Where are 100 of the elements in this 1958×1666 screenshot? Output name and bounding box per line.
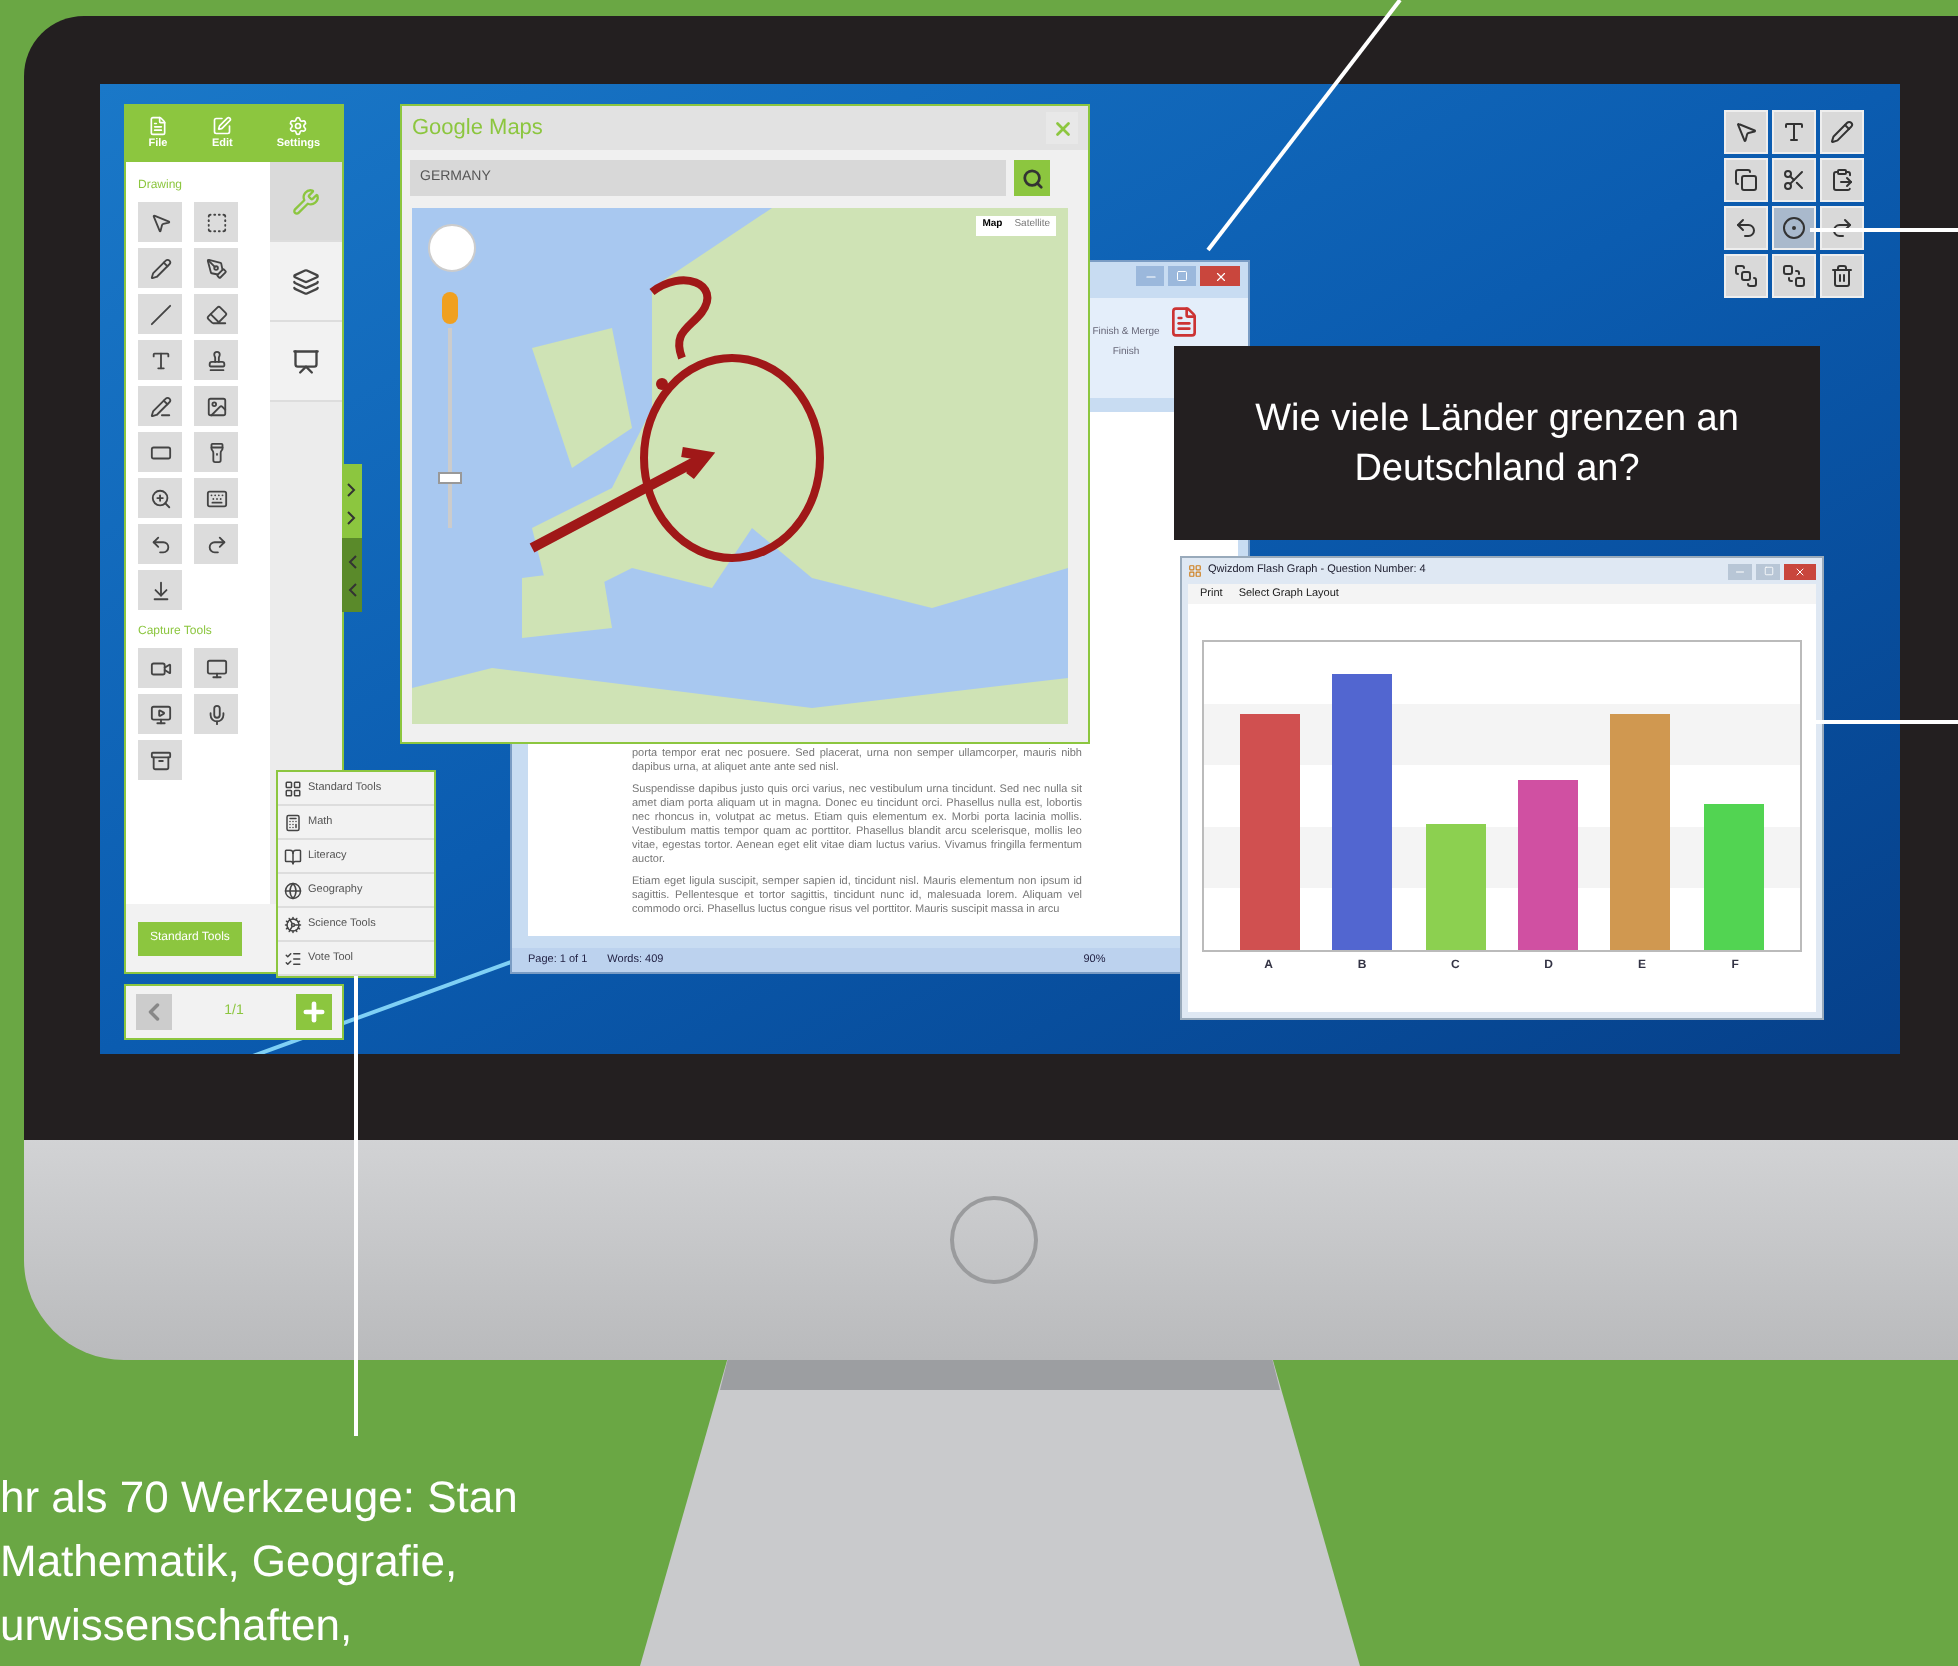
zoom-icon-button[interactable]	[138, 478, 182, 518]
microphone-icon-button[interactable]	[194, 694, 238, 734]
pen-icon	[205, 257, 227, 279]
selection-icon-button[interactable]	[194, 202, 238, 242]
pencil-icon	[149, 257, 171, 279]
image-icon-button[interactable]	[194, 386, 238, 426]
toolbar-button[interactable]	[1724, 158, 1768, 202]
zoom-slider[interactable]	[438, 328, 462, 528]
pointer-icon-button[interactable]	[138, 202, 182, 242]
keyboard-icon-button[interactable]	[194, 478, 238, 518]
pdf-icon	[1168, 306, 1200, 338]
caption-line: hr als 70 Werkzeuge: Stan	[0, 1470, 518, 1526]
pen-icon	[149, 395, 171, 417]
caption-line: urwissenschaften,	[0, 1598, 355, 1654]
side-tab[interactable]	[270, 322, 342, 402]
close-button[interactable]	[1784, 563, 1816, 579]
screen-icon	[292, 347, 320, 375]
edit-icon	[212, 115, 233, 136]
monitor-icon	[205, 657, 227, 679]
minimize-icon	[1734, 565, 1746, 577]
rectangle-icon-button[interactable]	[138, 432, 182, 472]
toolbar-button[interactable]	[1724, 110, 1768, 154]
pen-icon-button[interactable]	[138, 386, 182, 426]
caption-line: Mathematik, Geografie,	[0, 1534, 460, 1590]
trash-icon	[1830, 264, 1854, 288]
video-camera-icon	[149, 657, 171, 679]
rectangle-icon	[149, 441, 171, 463]
calculator-icon	[284, 813, 302, 831]
question-text: Wie viele Länder grenzen an Deutschland an?	[1254, 395, 1740, 493]
pin-icon	[149, 579, 171, 601]
maximize-icon	[1763, 566, 1773, 576]
paste-icon	[1830, 168, 1854, 192]
power-button-icon	[950, 1196, 1038, 1284]
layers-icon	[1734, 264, 1758, 288]
toolbar-button[interactable]	[1772, 206, 1816, 250]
toolbar-button[interactable]	[1772, 110, 1816, 154]
text-icon	[1782, 120, 1806, 144]
video-camera-icon-button[interactable]	[138, 648, 182, 688]
pegman-icon	[442, 292, 458, 324]
grid-icon	[284, 779, 302, 797]
pencil-icon	[1830, 120, 1854, 144]
archive-icon-button[interactable]	[138, 740, 182, 780]
maximize-icon	[1176, 270, 1188, 282]
redo-icon	[1830, 216, 1854, 240]
monitor-icon-button[interactable]	[138, 694, 182, 734]
undo-icon	[149, 533, 171, 555]
copy-icon	[1734, 168, 1758, 192]
selection-icon	[205, 211, 227, 233]
app-icon	[1188, 564, 1202, 578]
text-icon	[149, 349, 171, 371]
close-icon	[1051, 117, 1073, 139]
toolbar-button[interactable]	[1724, 254, 1768, 298]
pointer-icon	[1734, 120, 1758, 144]
target-icon	[1782, 216, 1806, 240]
flashlight-icon	[205, 441, 227, 463]
close-icon	[1213, 269, 1227, 283]
settings-icon	[288, 115, 309, 136]
toolbar-button[interactable]	[1820, 158, 1864, 202]
undo-icon	[1734, 216, 1758, 240]
redo-icon	[205, 533, 227, 555]
image-icon	[205, 395, 227, 417]
monitor-icon	[149, 703, 171, 725]
globe-icon	[284, 881, 302, 899]
pen-icon-button[interactable]	[194, 248, 238, 288]
toolbar-button[interactable]	[1772, 158, 1816, 202]
zoom-icon	[149, 487, 171, 509]
pin-icon-button[interactable]	[138, 570, 182, 610]
stamp-icon	[205, 349, 227, 371]
toolbar-button[interactable]	[1772, 254, 1816, 298]
search-button[interactable]	[1014, 160, 1050, 196]
monitor-icon-button[interactable]	[194, 648, 238, 688]
line-icon	[149, 303, 171, 325]
close-icon	[1794, 565, 1806, 577]
gear-icon	[284, 915, 302, 933]
microphone-icon	[205, 703, 227, 725]
stamp-icon-button[interactable]	[194, 340, 238, 380]
file-icon	[147, 115, 168, 136]
line-icon-button[interactable]	[138, 294, 182, 334]
scissors-icon	[1782, 168, 1806, 192]
toolbar-button[interactable]	[1724, 206, 1768, 250]
window-title: Google Maps	[412, 113, 543, 144]
flashlight-icon-button[interactable]	[194, 432, 238, 472]
tools-icon	[292, 187, 320, 215]
eraser-icon-button[interactable]	[194, 294, 238, 334]
text-icon-button[interactable]	[138, 340, 182, 380]
redo-icon-button[interactable]	[194, 524, 238, 564]
search-icon	[1021, 167, 1043, 189]
undo-icon-button[interactable]	[138, 524, 182, 564]
layers-icon	[1782, 264, 1806, 288]
toolbar-button[interactable]	[1820, 110, 1864, 154]
toolbar-button[interactable]	[1820, 254, 1864, 298]
plus-icon	[299, 998, 328, 1026]
eraser-icon	[205, 303, 227, 325]
checklist-icon	[284, 949, 302, 967]
book-icon	[284, 847, 302, 865]
layers-icon	[292, 267, 320, 295]
toolbar-button[interactable]	[1820, 206, 1864, 250]
pencil-icon-button[interactable]	[138, 248, 182, 288]
side-tab[interactable]	[270, 242, 342, 322]
archive-icon	[149, 749, 171, 771]
